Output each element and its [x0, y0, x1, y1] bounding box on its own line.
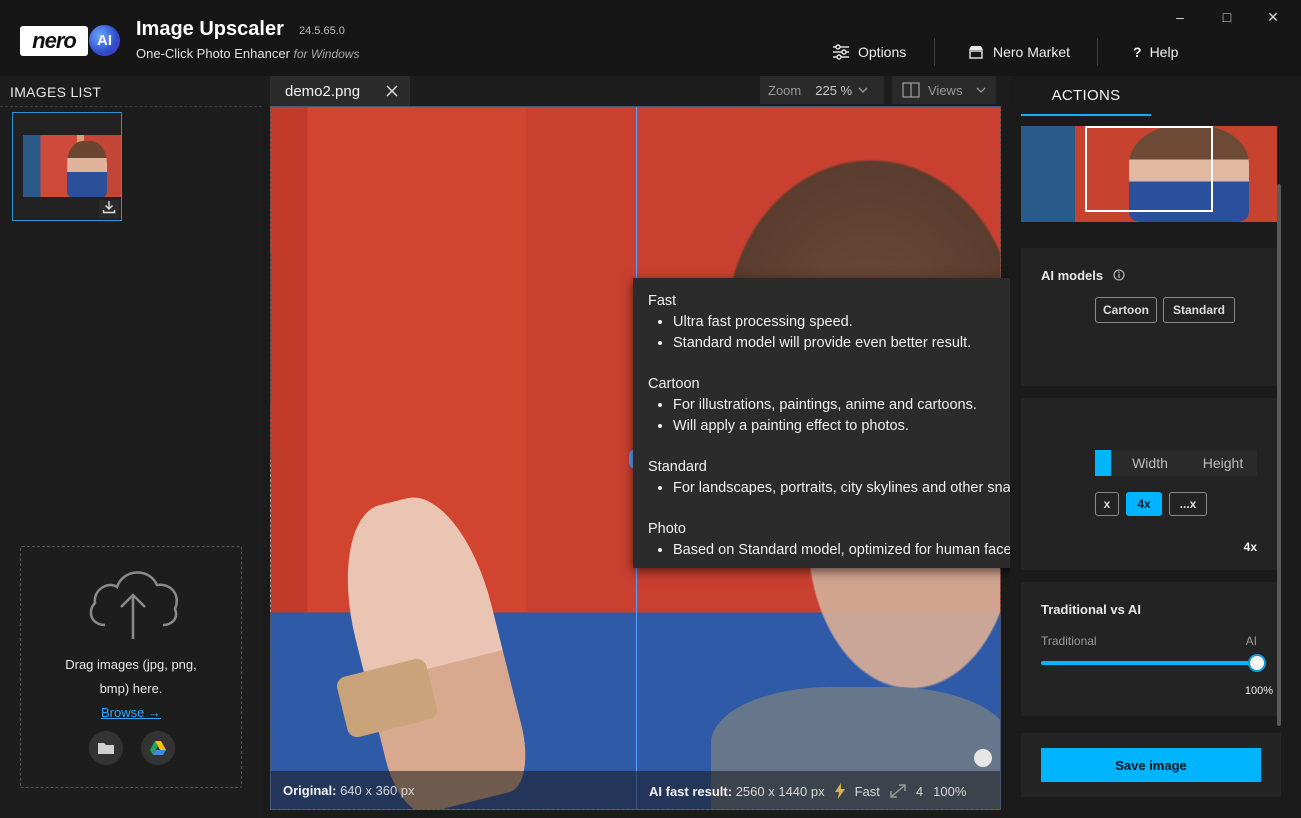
dropzone[interactable]: Drag images (jpg, png, bmp) here. Browse… — [20, 546, 242, 788]
app-title: Image Upscaler — [136, 18, 284, 40]
chevron-down-icon — [858, 87, 868, 93]
document-tab[interactable]: demo2.png — [270, 76, 410, 106]
ai-logo-badge: AI — [89, 25, 120, 56]
image-status-bar: Original: 640 x 360 px AI fast result: 2… — [271, 771, 1000, 809]
zoom-control[interactable]: Zoom 225 % — [760, 76, 884, 104]
local-folder-button[interactable] — [89, 731, 123, 765]
result-scale: 4 — [915, 783, 924, 799]
scale-segment-height[interactable]: Height — [1189, 450, 1257, 476]
result-strength: 100% — [933, 783, 967, 799]
options-label: Options — [858, 44, 907, 60]
nero-logo: nero — [20, 26, 88, 56]
help-button[interactable]: ? Help — [1133, 40, 1178, 64]
close-window-button[interactable]: ✕ — [1258, 6, 1288, 28]
store-icon — [969, 46, 983, 59]
traditional-ai-slider-thumb[interactable] — [1248, 654, 1266, 672]
traditional-ai-value: 100% — [1244, 685, 1273, 697]
lightning-icon — [834, 783, 845, 799]
app-version: 24.5.65.0 — [299, 25, 345, 37]
preview-viewport-frame[interactable] — [1085, 126, 1213, 212]
app-subtitle: One-Click Photo Enhancer for Windows — [136, 46, 359, 61]
original-label: Original: — [283, 783, 337, 798]
model-standard-chip[interactable]: Standard — [1163, 297, 1235, 323]
tab-actions[interactable]: ACTIONS — [1021, 76, 1151, 116]
title-bar: nero AI Image Upscaler 24.5.65.0 One-Cli… — [0, 0, 1301, 76]
thumbnail-subject — [67, 141, 107, 197]
ai-models-title: AI models — [1041, 268, 1125, 283]
scale-segment-active[interactable] — [1095, 450, 1111, 476]
traditional-label: Traditional — [1041, 634, 1097, 648]
images-list-panel: IMAGES LIST Drag images (jpg, png, bmp) … — [0, 76, 262, 818]
traditional-vs-ai-card: Traditional vs AI Traditional AI 100% — [1021, 582, 1277, 716]
close-tab-icon[interactable] — [384, 83, 400, 99]
face-detection-icon[interactable] — [974, 749, 992, 767]
model-cartoon-chip[interactable]: Cartoon — [1095, 297, 1157, 323]
document-tabstrip: demo2.png Zoom 225 % Views — [262, 76, 1010, 106]
original-info: Original: 640 x 360 px — [283, 783, 415, 798]
scale-card: Width Height x 4x ...x 4x — [1021, 398, 1277, 570]
result-info: AI fast result: 2560 x 1440 px Fast 4 10… — [649, 783, 966, 799]
info-icon[interactable] — [1113, 269, 1125, 281]
scale-icon — [890, 784, 906, 798]
app-subtitle-platform: for Windows — [293, 47, 360, 61]
navigator-preview[interactable] — [1021, 126, 1277, 222]
maximize-button[interactable]: □ — [1212, 6, 1242, 28]
zoom-value: 225 % — [815, 82, 853, 98]
download-arrow-icon — [102, 201, 116, 214]
ai-models-card: AI models Cartoon Standard — [1021, 248, 1277, 386]
thumbnail-image — [23, 135, 121, 197]
scale-chip-custom[interactable]: ...x — [1169, 492, 1207, 516]
scale-chip-other[interactable]: x — [1095, 492, 1119, 516]
zoom-label: Zoom — [768, 82, 802, 98]
options-button[interactable]: Options — [832, 40, 906, 64]
ai-label: AI — [1245, 634, 1257, 648]
traditional-vs-ai-title: Traditional vs AI — [1041, 602, 1141, 617]
google-drive-icon — [150, 741, 166, 755]
panel-divider — [0, 106, 262, 107]
sliders-icon — [833, 44, 849, 60]
images-list-title: IMAGES LIST — [10, 84, 102, 100]
dropzone-text: Drag images (jpg, png, bmp) here. — [65, 657, 197, 696]
document-tab-label: demo2.png — [285, 82, 361, 100]
scale-chip-4x[interactable]: 4x — [1126, 492, 1162, 516]
split-view-icon — [902, 82, 920, 98]
help-label: Help — [1149, 44, 1179, 60]
app-subtitle-text: One-Click Photo Enhancer — [136, 46, 290, 61]
chevron-down-icon — [976, 87, 986, 93]
download-icon[interactable] — [99, 200, 119, 218]
photo-hand — [325, 484, 537, 809]
save-card: Save image — [1021, 733, 1281, 797]
toolbar-separator — [1097, 38, 1098, 66]
question-icon: ? — [1133, 44, 1142, 60]
actions-scrollbar[interactable] — [1277, 184, 1281, 726]
views-control[interactable]: Views — [892, 76, 996, 104]
result-size: 2560 x 1440 px — [735, 783, 825, 799]
nero-market-label: Nero Market — [993, 44, 1071, 60]
traditional-ai-slider-fill — [1041, 661, 1257, 665]
ai-models-title-text: AI models — [1041, 268, 1104, 283]
views-label: Views — [928, 82, 963, 98]
browse-link[interactable]: Browse → — [21, 705, 241, 720]
nero-market-button[interactable]: Nero Market — [967, 40, 1070, 64]
minimize-button[interactable]: – — [1165, 6, 1195, 28]
result-label: AI fast result: — [649, 783, 733, 799]
cloud-upload-icon — [89, 571, 178, 639]
scale-segment-width[interactable]: Width — [1111, 450, 1189, 476]
toolbar-separator — [934, 38, 935, 66]
scale-value: 4x — [1243, 540, 1257, 554]
google-drive-button[interactable] — [141, 731, 175, 765]
folder-icon — [98, 743, 114, 754]
save-image-button[interactable]: Save image — [1041, 748, 1261, 782]
image-thumbnail[interactable] — [12, 112, 122, 221]
original-size: 640 x 360 px — [340, 783, 415, 798]
result-mode: Fast — [854, 783, 880, 799]
